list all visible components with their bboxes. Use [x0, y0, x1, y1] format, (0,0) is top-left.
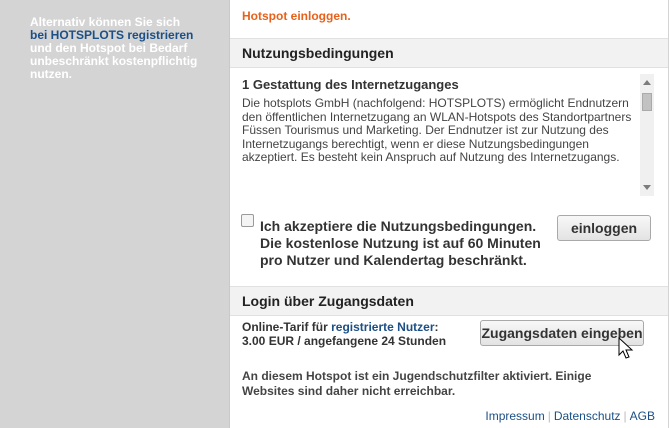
scroll-down-icon[interactable]: [643, 185, 651, 190]
accept-terms-checkbox[interactable]: [241, 214, 254, 227]
tarif-price: 3.00 EUR / angefangene 24 Stunden: [242, 334, 447, 348]
agb-link[interactable]: AGB: [630, 409, 655, 423]
footer-links: Impressum | Datenschutz | AGB: [485, 409, 655, 423]
hotspot-login-text: Hotspot einloggen.: [242, 9, 351, 23]
youth-protection-notice: An diesem Hotspot ist ein Jugendschutzfi…: [242, 369, 592, 398]
terms-scroll-area[interactable]: 1 Gestattung des Internetzuganges Die ho…: [242, 74, 640, 196]
login-button[interactable]: einloggen: [557, 215, 651, 241]
accept-terms-label[interactable]: Ich akzeptiere die Nutzungsbedingungen. …: [260, 218, 560, 269]
footer-separator: |: [623, 409, 627, 423]
sidebar-registration-text: Alternativ können Sie sich bei HOTSPLOTS…: [30, 16, 220, 81]
terms-heading: Nutzungsbedingungen: [242, 45, 394, 61]
sidebar-text-before: Alternativ können Sie sich: [30, 15, 181, 29]
scroll-up-icon[interactable]: [643, 80, 651, 85]
mouse-pointer-icon: [618, 337, 634, 359]
footer-separator: |: [547, 409, 551, 423]
terms-next-section: [242, 173, 640, 187]
datenschutz-link[interactable]: Datenschutz: [554, 409, 621, 423]
login-credentials-heading: Login über Zugangsdaten: [242, 293, 414, 309]
tarif-info: Online-Tarif für registrierte Nutzer: 3.…: [242, 320, 446, 348]
impressum-link[interactable]: Impressum: [485, 409, 544, 423]
registered-users-link[interactable]: registrierte Nutzer: [331, 320, 434, 334]
terms-scrollbar[interactable]: [640, 74, 654, 196]
terms-section-title: 1 Gestattung des Internetzuganges: [242, 77, 459, 92]
tarif-suffix: :: [434, 320, 439, 334]
tarif-prefix: Online-Tarif für: [242, 320, 328, 334]
sidebar-text-after: und den Hotspot bei Bedarf unbeschränkt …: [30, 41, 198, 81]
login-credentials-header: Login über Zugangsdaten: [230, 286, 668, 316]
terms-body: Die hotsplots GmbH (nachfolgend: HOTSPLO…: [242, 96, 632, 165]
cut-off-text: [242, 0, 652, 3]
register-link[interactable]: bei HOTSPLOTS registrieren: [30, 28, 193, 42]
login-panel: Hotspot einloggen. Nutzungsbedingungen 1…: [229, 0, 668, 428]
scroll-thumb[interactable]: [642, 93, 652, 111]
terms-header: Nutzungsbedingungen: [230, 38, 668, 68]
